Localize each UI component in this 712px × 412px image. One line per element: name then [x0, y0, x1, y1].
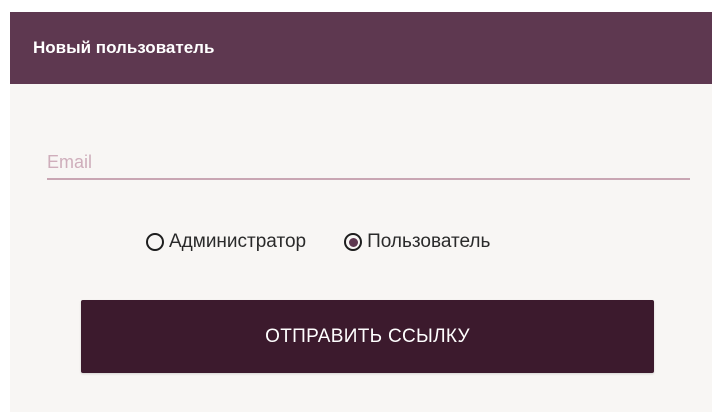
- dialog-title: Новый пользователь: [10, 12, 712, 84]
- role-option-admin[interactable]: Администратор: [146, 231, 306, 253]
- role-radio-group: Администратор Пользователь: [146, 230, 490, 254]
- role-label-admin: Администратор: [169, 231, 307, 252]
- radio-checked-icon[interactable]: [344, 233, 363, 251]
- radio-unchecked-icon[interactable]: [146, 233, 164, 251]
- new-user-dialog: Новый пользователь Администратор Пользов…: [10, 12, 712, 412]
- radio-dot-icon: [348, 237, 358, 247]
- email-input[interactable]: [47, 146, 690, 180]
- role-option-user[interactable]: Пользователь: [344, 231, 490, 253]
- role-label-user: Пользователь: [367, 231, 491, 252]
- email-field-wrapper: [47, 146, 690, 182]
- send-link-button[interactable]: ОТПРАВИТЬ ССЫЛКУ: [81, 300, 654, 373]
